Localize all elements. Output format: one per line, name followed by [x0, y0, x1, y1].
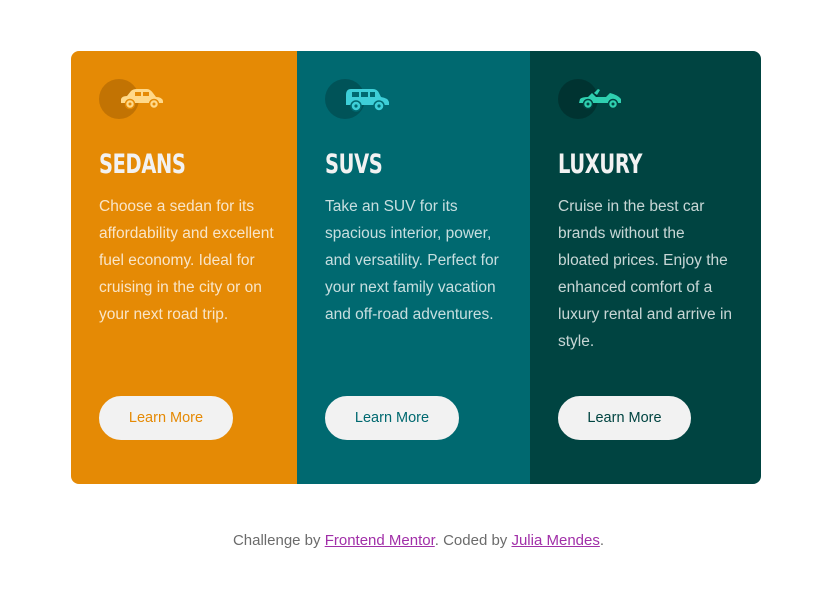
card-title: LUXURY: [558, 149, 643, 180]
suv-icon-wrap: [325, 79, 405, 119]
car-cards-container: SEDANS Choose a sedan for its affordabil…: [71, 51, 761, 484]
card-suvs: SUVS Take an SUV for its spacious interi…: [297, 51, 530, 484]
card-description: Cruise in the best car brands without th…: [558, 198, 733, 350]
card-title: SEDANS: [99, 149, 186, 180]
card-luxury: LUXURY Cruise in the best car brands wit…: [530, 51, 761, 484]
luxury-car-icon: [579, 89, 621, 110]
card-title: SUVS: [325, 149, 383, 180]
attribution-footer: Challenge by Frontend Mentor. Coded by J…: [0, 532, 837, 549]
card-sedans: SEDANS Choose a sedan for its affordabil…: [71, 51, 297, 484]
learn-more-button[interactable]: Learn More: [558, 396, 691, 440]
learn-more-button[interactable]: Learn More: [99, 396, 233, 440]
card-description: Take an SUV for its spacious interior, p…: [325, 198, 499, 323]
sedan-icon-wrap: [99, 79, 179, 119]
footer-prefix: Challenge by: [232, 532, 325, 549]
luxury-icon-wrap: [558, 79, 638, 119]
suv-car-icon: [346, 89, 389, 112]
author-link[interactable]: Julia Mendes: [511, 532, 599, 549]
footer-suffix: .: [599, 532, 605, 549]
sedan-car-icon: [121, 89, 163, 110]
frontend-mentor-link[interactable]: Frontend Mentor: [325, 532, 435, 549]
footer-middle: . Coded by: [434, 532, 512, 549]
card-description: Choose a sedan for its affordability and…: [99, 198, 274, 323]
learn-more-button[interactable]: Learn More: [325, 396, 459, 440]
